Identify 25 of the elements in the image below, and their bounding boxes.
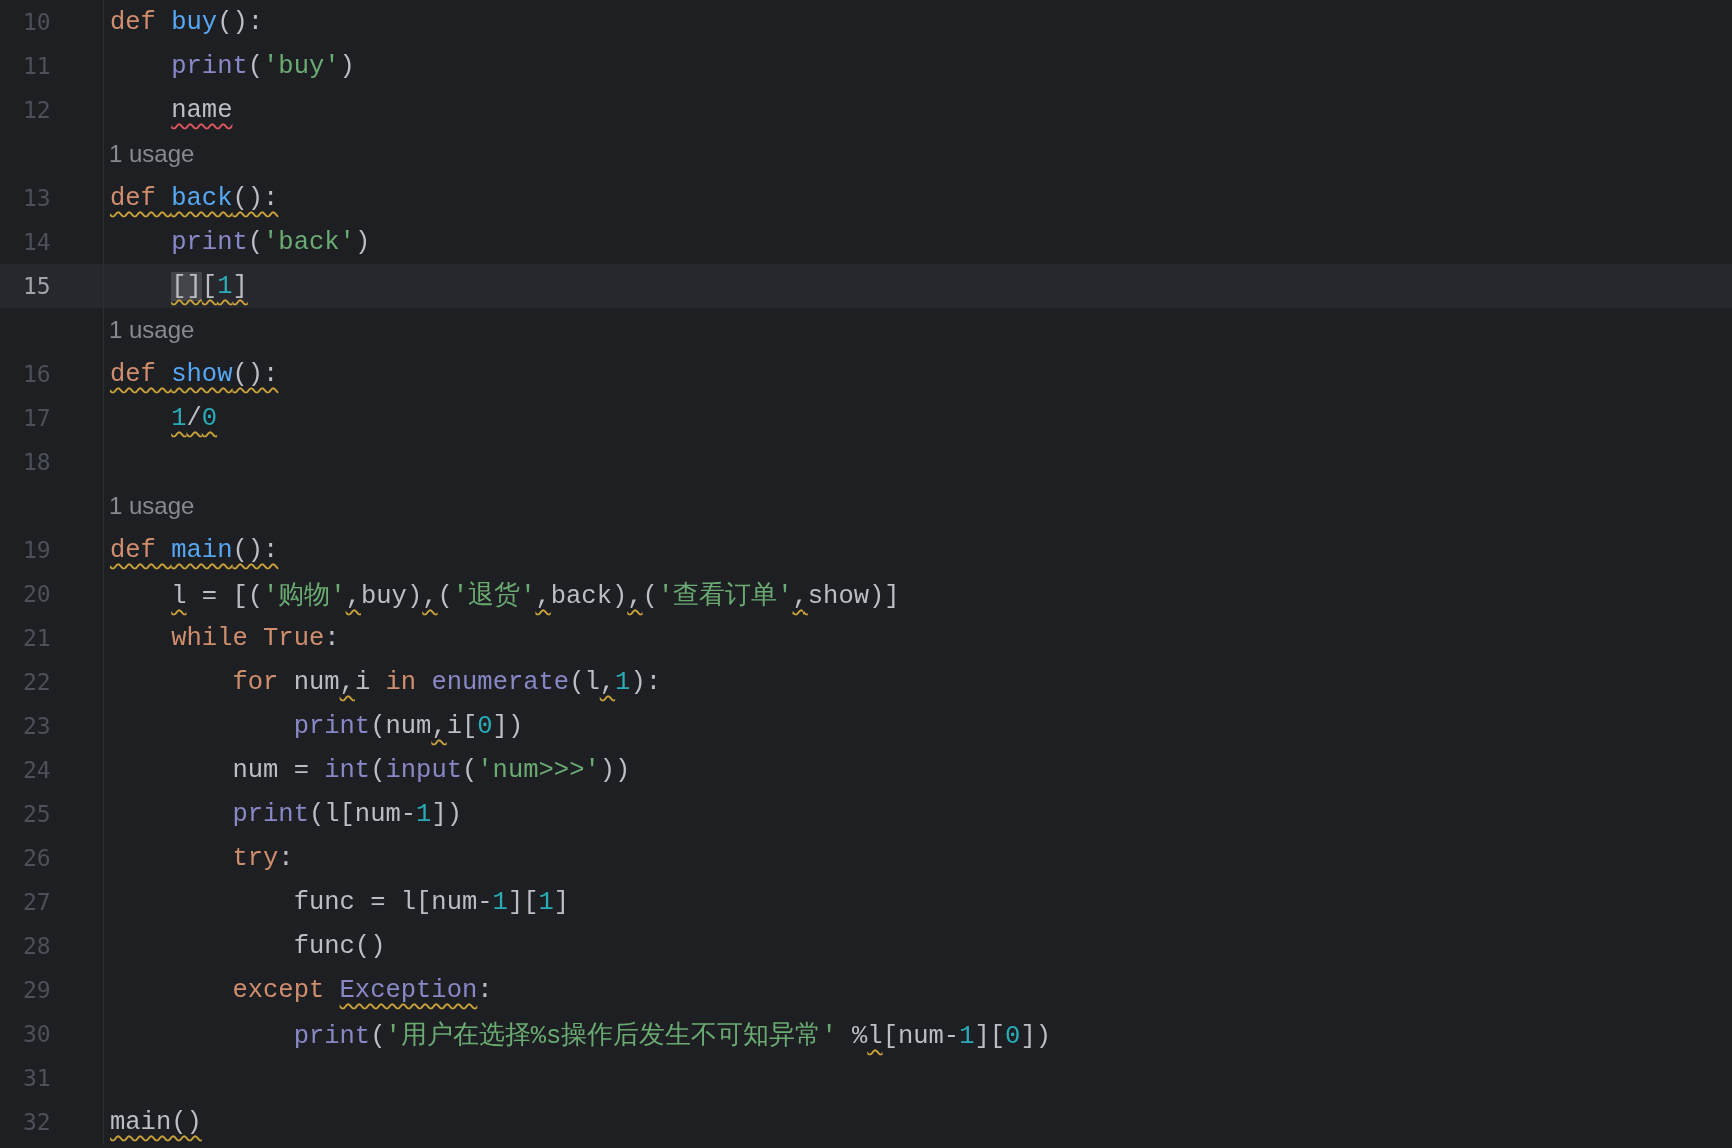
usage-hint[interactable]: 1 usage (104, 492, 195, 520)
code-line: print('用户在选择%s操作后发生不可知异常' %l[num-1][0]) (292, 1020, 1051, 1052)
code-line: for num,i in enumerate(l,1): (231, 667, 661, 697)
usage-hint[interactable]: 1 usage (104, 316, 195, 344)
code-line: func() (292, 931, 386, 961)
code-line: print('back') (170, 227, 371, 257)
code-line: l = [('购物',buy),('退货',back),('查看订单',show)] (170, 580, 900, 612)
code-line: main() (109, 1107, 202, 1137)
code-line: try: (231, 843, 294, 873)
code-line: print(l[num-1]) (231, 799, 462, 829)
usage-hint[interactable]: 1 usage (104, 140, 195, 168)
line-number: 15 (23, 273, 51, 299)
code-line: func = l[num-1][1] (292, 887, 570, 917)
code-line: except Exception: (231, 975, 493, 1005)
code-line: 1/0 (170, 403, 218, 433)
code-line: def show(): (109, 359, 279, 389)
code-line: print('buy') (170, 51, 355, 81)
code-line: def main(): (109, 535, 279, 565)
code-line: num = int(input('num>>>')) (231, 755, 631, 785)
code-line: name (170, 95, 233, 125)
code-line: [][1] (170, 271, 248, 301)
code-line: print(num,i[0]) (292, 711, 524, 741)
code-line: def buy(): (109, 7, 264, 37)
code-line: def back(): (109, 183, 279, 213)
code-line: while True: (170, 623, 340, 653)
